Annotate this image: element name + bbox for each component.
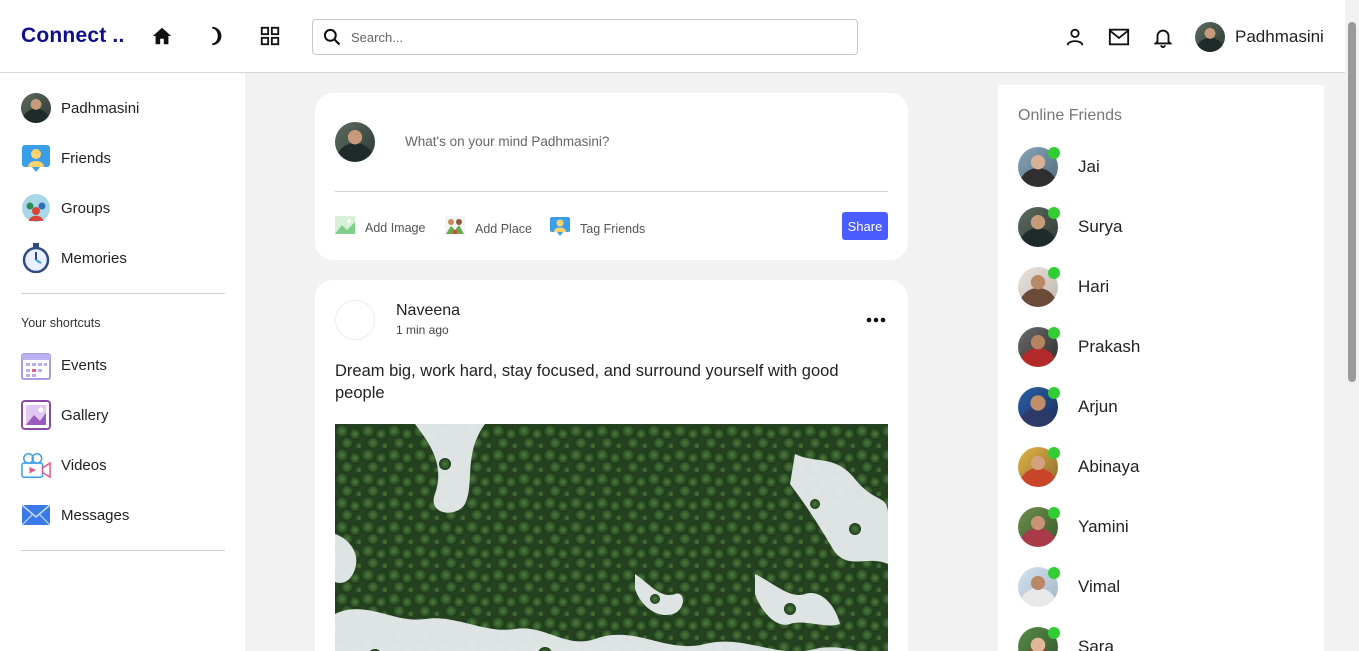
add-place-label: Add Place <box>475 221 532 236</box>
home-icon[interactable] <box>150 24 174 48</box>
sidebar-divider <box>21 550 225 551</box>
stopwatch-icon <box>21 243 51 273</box>
top-navbar: Connect .. Padhmasini <box>0 0 1345 73</box>
friend-item[interactable]: Arjun <box>1018 387 1118 427</box>
sidebar-item-label: Events <box>61 356 107 374</box>
share-button[interactable]: Share <box>842 212 888 240</box>
left-sidebar: Padhmasini Friends Groups Memories Your … <box>0 73 245 651</box>
post-author-avatar[interactable] <box>335 300 375 340</box>
calendar-icon <box>21 350 51 380</box>
online-status-dot <box>1048 327 1060 339</box>
search-bar[interactable] <box>312 19 858 55</box>
online-status-dot <box>1048 627 1060 639</box>
aerial-forest-image <box>335 424 888 651</box>
more-options-icon[interactable] <box>865 310 887 330</box>
sidebar-item-label: Gallery <box>61 406 109 424</box>
friends-icon <box>21 143 51 173</box>
shortcut-videos[interactable]: Videos <box>21 450 107 480</box>
mail-icon[interactable] <box>1107 25 1131 49</box>
place-icon <box>445 216 465 241</box>
composer-input[interactable]: What's on your mind Padhmasini? <box>405 134 609 149</box>
search-input[interactable] <box>351 29 831 45</box>
image-icon <box>335 216 355 239</box>
sidebar-item-friends[interactable]: Friends <box>21 143 111 173</box>
composer-avatar <box>335 122 375 162</box>
sidebar-divider <box>21 293 225 294</box>
online-status-dot <box>1048 507 1060 519</box>
profile-avatar <box>21 93 51 123</box>
scrollbar-thumb[interactable] <box>1348 22 1356 382</box>
online-friends-panel: Online Friends Jai Surya Hari Prakash Ar… <box>998 85 1324 651</box>
friend-name: Surya <box>1078 217 1123 236</box>
video-icon <box>21 450 51 480</box>
online-status-dot <box>1048 387 1060 399</box>
user-icon[interactable] <box>1063 25 1087 49</box>
add-image-button[interactable]: Add Image <box>335 216 425 239</box>
friend-item[interactable]: Prakash <box>1018 327 1140 367</box>
friend-name: Yamini <box>1078 517 1129 536</box>
user-avatar <box>1195 22 1225 52</box>
post-composer: What's on your mind Padhmasini? Add Imag… <box>315 93 908 260</box>
post-card: Naveena 1 min ago Dream big, work hard, … <box>315 280 908 651</box>
sidebar-item-label: Memories <box>61 249 127 267</box>
post-timestamp: 1 min ago <box>396 323 449 337</box>
sidebar-item-label: Messages <box>61 506 130 524</box>
moon-icon[interactable] <box>203 24 227 48</box>
sidebar-item-label: Friends <box>61 149 112 167</box>
post-image[interactable] <box>335 424 888 651</box>
shortcuts-title: Your shortcuts <box>21 316 101 330</box>
grid-icon[interactable] <box>258 24 282 48</box>
friend-name: Sara <box>1078 637 1114 651</box>
friend-item[interactable]: Surya <box>1018 207 1122 247</box>
post-author-name[interactable]: Naveena <box>396 302 460 320</box>
sidebar-item-profile[interactable]: Padhmasini <box>21 93 139 123</box>
friend-item[interactable]: Vimal <box>1018 567 1120 607</box>
tag-friends-label: Tag Friends <box>580 221 646 236</box>
shortcut-events[interactable]: Events <box>21 350 107 380</box>
online-status-dot <box>1048 447 1060 459</box>
search-icon <box>321 26 343 48</box>
sidebar-item-label: Padhmasini <box>61 99 140 117</box>
friend-item[interactable]: Sara <box>1018 627 1114 651</box>
online-status-dot <box>1048 567 1060 579</box>
friend-item[interactable]: Hari <box>1018 267 1109 307</box>
friend-name: Arjun <box>1078 397 1118 416</box>
friend-name: Jai <box>1078 157 1100 176</box>
shortcut-gallery[interactable]: Gallery <box>21 400 109 430</box>
online-friends-title: Online Friends <box>1018 107 1123 124</box>
friend-name: Prakash <box>1078 337 1141 356</box>
gallery-icon <box>21 400 51 430</box>
friend-item[interactable]: Yamini <box>1018 507 1129 547</box>
nav-user-name: Padhmasini <box>1235 27 1324 46</box>
sidebar-item-memories[interactable]: Memories <box>21 243 127 273</box>
post-text: Dream big, work hard, stay focused, and … <box>335 362 839 402</box>
sidebar-item-label: Groups <box>61 199 111 217</box>
online-status-dot <box>1048 147 1060 159</box>
groups-icon <box>21 193 51 223</box>
sidebar-item-label: Videos <box>61 456 107 474</box>
friend-name: Hari <box>1078 277 1110 296</box>
page-scrollbar[interactable] <box>1345 0 1359 651</box>
online-status-dot <box>1048 267 1060 279</box>
envelope-icon <box>21 500 51 530</box>
tag-friends-button[interactable]: Tag Friends <box>550 216 645 241</box>
nav-user-profile[interactable]: Padhmasini <box>1195 22 1324 52</box>
sidebar-item-groups[interactable]: Groups <box>21 193 110 223</box>
add-place-button[interactable]: Add Place <box>445 216 532 241</box>
friend-item[interactable]: Jai <box>1018 147 1100 187</box>
composer-divider <box>335 191 888 192</box>
friend-item[interactable]: Abinaya <box>1018 447 1139 487</box>
online-status-dot <box>1048 207 1060 219</box>
shortcut-messages[interactable]: Messages <box>21 500 129 530</box>
friend-name: Vimal <box>1078 577 1121 596</box>
tag-friends-icon <box>550 216 570 241</box>
app-logo[interactable]: Connect .. <box>21 24 125 48</box>
bell-icon[interactable] <box>1151 25 1175 49</box>
friend-name: Abinaya <box>1078 457 1140 476</box>
add-image-label: Add Image <box>365 220 426 235</box>
